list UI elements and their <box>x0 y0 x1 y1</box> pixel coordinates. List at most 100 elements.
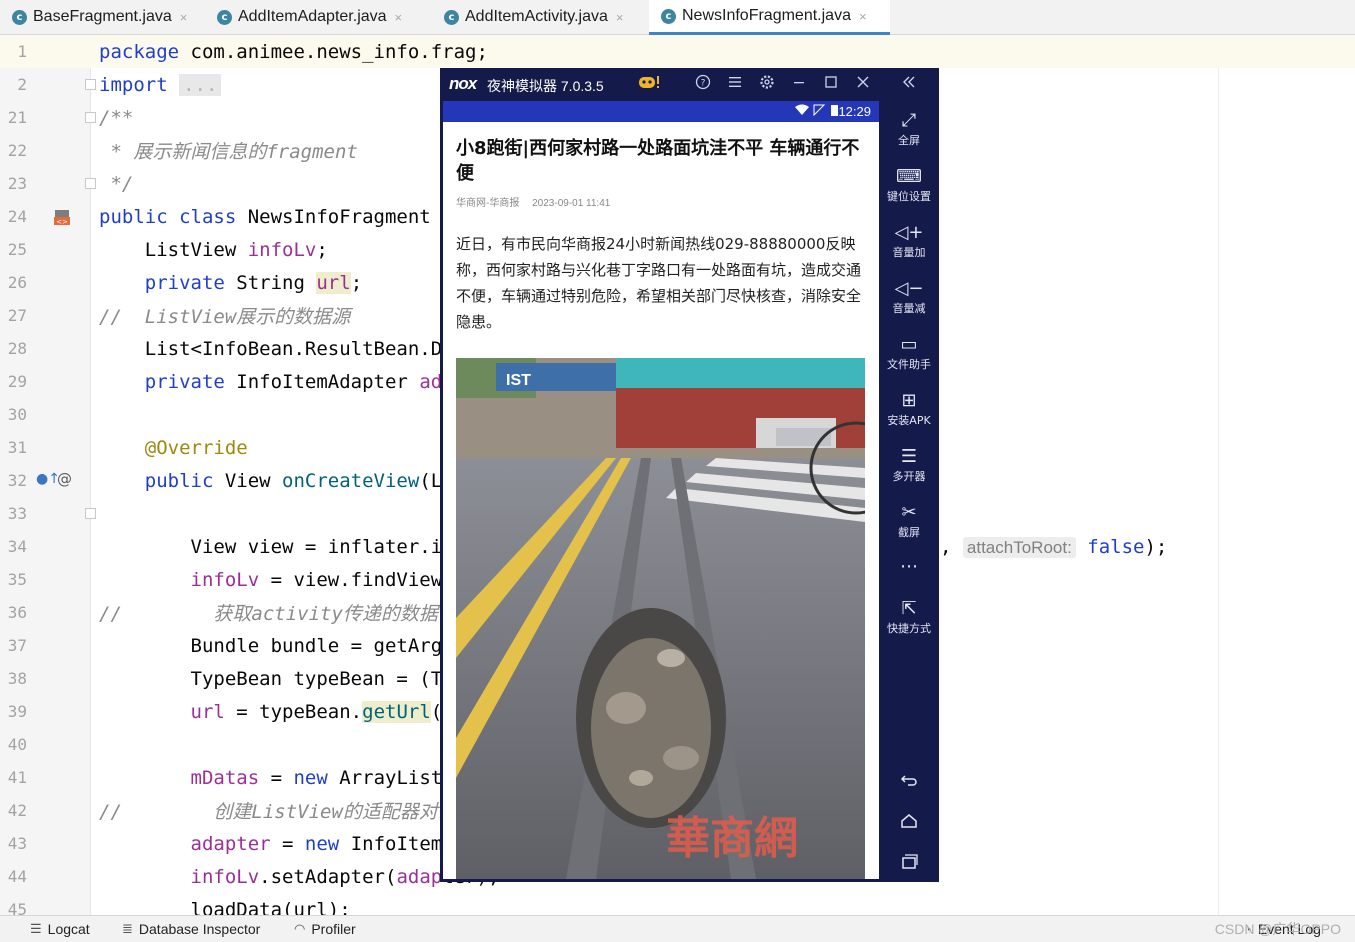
article-source: 华商网-华商报 <box>456 198 520 209</box>
line-number: 34 <box>7 537 27 556</box>
tool-window-bar: ☰ Logcat ≣ Database Inspector ◠ Profiler… <box>0 915 1355 942</box>
code-text: View view = inflater.in <box>99 535 454 558</box>
code-text: loadData(url); <box>99 898 351 916</box>
line-number: 31 <box>7 438 27 457</box>
emulator-frame <box>440 879 880 882</box>
code-text: private String url; <box>99 271 363 294</box>
nox-logo: nox <box>449 74 477 93</box>
sidebar-volume-down[interactable]: ◁− 音量减 <box>879 278 939 316</box>
code-text: public class NewsInfoFragment e <box>99 205 454 228</box>
csdn-watermark: CSDN @广华OPPO <box>1214 921 1341 937</box>
line-number: 29 <box>7 372 27 391</box>
sidebar-multi-instance[interactable]: ☰ 多开器 <box>879 446 939 484</box>
fold-icon[interactable] <box>85 79 96 90</box>
sidebar-volume-up[interactable]: ◁+ 音量加 <box>879 222 939 260</box>
svg-text:<>: <> <box>56 218 68 226</box>
line-number: 37 <box>7 636 27 655</box>
sidebar-keymap[interactable]: ⌨ 键位设置 <box>879 166 939 204</box>
line-number: 26 <box>7 273 27 292</box>
article-meta: 华商网-华商报 2023-09-01 11:41 <box>456 194 620 209</box>
tab-newsinfofragment[interactable]: c NewsInfoFragment.java × <box>649 0 890 35</box>
article-body: 近日，有市民向华商报24小时新闻热线029-88880000反映称，西何家村路与… <box>456 235 862 331</box>
tab-basefragment[interactable]: c BaseFragment.java × <box>0 0 201 34</box>
code-text: */ <box>99 172 134 195</box>
editor-tab-bar: c BaseFragment.java × c AddItemAdapter.j… <box>0 0 1355 35</box>
sidebar-screenshot[interactable]: ✂ 截屏 <box>879 502 939 540</box>
recent-apps-icon[interactable] <box>879 851 939 876</box>
folded-imports[interactable]: ... <box>179 73 222 96</box>
line-number: 2 <box>17 75 27 94</box>
fullscreen-icon: ⤢ <box>901 110 917 131</box>
line-number: 44 <box>7 867 27 886</box>
class-icon: c <box>217 9 232 25</box>
tab-label: NewsInfoFragment.java <box>682 7 851 24</box>
code-text: import ... <box>99 73 222 96</box>
sidebar-fullscreen[interactable]: ⤢ 全屏 <box>879 110 939 148</box>
shortcut-icon: ⇱ <box>901 598 917 619</box>
help-icon[interactable]: ? <box>693 74 713 94</box>
settings-gear-icon[interactable] <box>757 74 777 94</box>
android-screen[interactable]: 12:29 小8跑街|西何家村路一处路面坑洼不平 车辆通行不便 华商网-华商报 … <box>443 101 879 879</box>
close-icon[interactable]: × <box>616 10 624 25</box>
close-icon[interactable] <box>853 74 873 94</box>
tab-additemactivity[interactable]: c AddItemActivity.java × <box>432 0 648 34</box>
code-text: Bu <box>99 502 488 525</box>
article-title: 小8跑街|西何家村路一处路面坑洼不平 车辆通行不便 <box>456 138 860 184</box>
close-icon[interactable]: × <box>859 9 867 24</box>
collapse-sidebar-icon[interactable] <box>879 74 939 94</box>
class-icon: c <box>444 9 459 25</box>
line-number: 28 <box>7 339 27 358</box>
database-inspector-button[interactable]: ≣ Database Inspector <box>122 921 260 937</box>
code-text: * 展示新闻信息的fragment <box>99 141 358 163</box>
logcat-button[interactable]: ☰ Logcat <box>30 921 90 937</box>
back-icon[interactable] <box>879 770 939 795</box>
sidebar-file-helper[interactable]: ▭ 文件助手 <box>879 334 939 372</box>
file-helper-icon: ▭ <box>900 334 918 355</box>
line-number: 36 <box>7 603 27 622</box>
keyboard-icon: ⌨ <box>896 166 922 187</box>
maximize-icon[interactable] <box>821 74 841 94</box>
shop-sign-text: IST <box>506 372 531 389</box>
code-text: // 创建ListView的适配器对象 <box>99 801 457 823</box>
minimize-icon[interactable] <box>789 74 809 94</box>
profiler-button[interactable]: ◠ Profiler <box>294 921 356 937</box>
android-layout-icon[interactable]: <> <box>52 207 72 230</box>
code-text: private InfoItemAdapter ada <box>99 370 454 393</box>
tab-label: AddItemActivity.java <box>465 8 608 25</box>
line-number: 30 <box>7 405 27 424</box>
code-text: package com.animee.news_info.frag; <box>99 40 488 63</box>
annotation-icon: @ <box>57 470 72 488</box>
volume-down-icon: ◁− <box>894 278 924 299</box>
code-line: 1 package com.animee.news_info.frag; <box>0 35 1355 68</box>
class-icon: c <box>661 8 676 24</box>
line-number: 33 <box>7 504 27 523</box>
line-number: 40 <box>7 735 27 754</box>
article-photo[interactable]: IST 華商網 <box>456 358 865 879</box>
line-number: 39 <box>7 702 27 721</box>
code-text: public View onCreateView(La <box>99 469 454 492</box>
home-icon[interactable] <box>879 811 939 836</box>
fold-icon[interactable] <box>85 178 96 189</box>
database-icon: ≣ <box>122 921 133 936</box>
line-number: 1 <box>17 42 27 61</box>
code-line: 45 loadData(url); <box>0 893 1355 916</box>
screenshot-icon: ✂ <box>901 502 917 523</box>
line-number: 35 <box>7 570 27 589</box>
tab-label: BaseFragment.java <box>33 8 172 25</box>
close-icon[interactable]: × <box>395 10 403 25</box>
line-number: 24 <box>7 207 27 226</box>
menu-icon[interactable] <box>725 74 745 94</box>
fold-icon[interactable] <box>85 112 96 123</box>
fold-icon[interactable] <box>85 508 96 519</box>
sidebar-install-apk[interactable]: ⊞ 安装APK <box>879 390 939 428</box>
line-number: 45 <box>7 900 27 915</box>
multi-instance-icon: ☰ <box>900 446 918 467</box>
line-number: 41 <box>7 768 27 787</box>
close-icon[interactable]: × <box>180 10 188 25</box>
code-text: mDatas = new ArrayList< <box>99 766 454 789</box>
sidebar-more[interactable]: ⋯ <box>879 556 939 578</box>
line-number: 22 <box>7 141 27 160</box>
gamepad-icon[interactable] <box>638 74 659 94</box>
tab-additemadapter[interactable]: c AddItemAdapter.java × <box>205 0 431 34</box>
sidebar-shortcut[interactable]: ⇱ 快捷方式 <box>879 598 939 636</box>
